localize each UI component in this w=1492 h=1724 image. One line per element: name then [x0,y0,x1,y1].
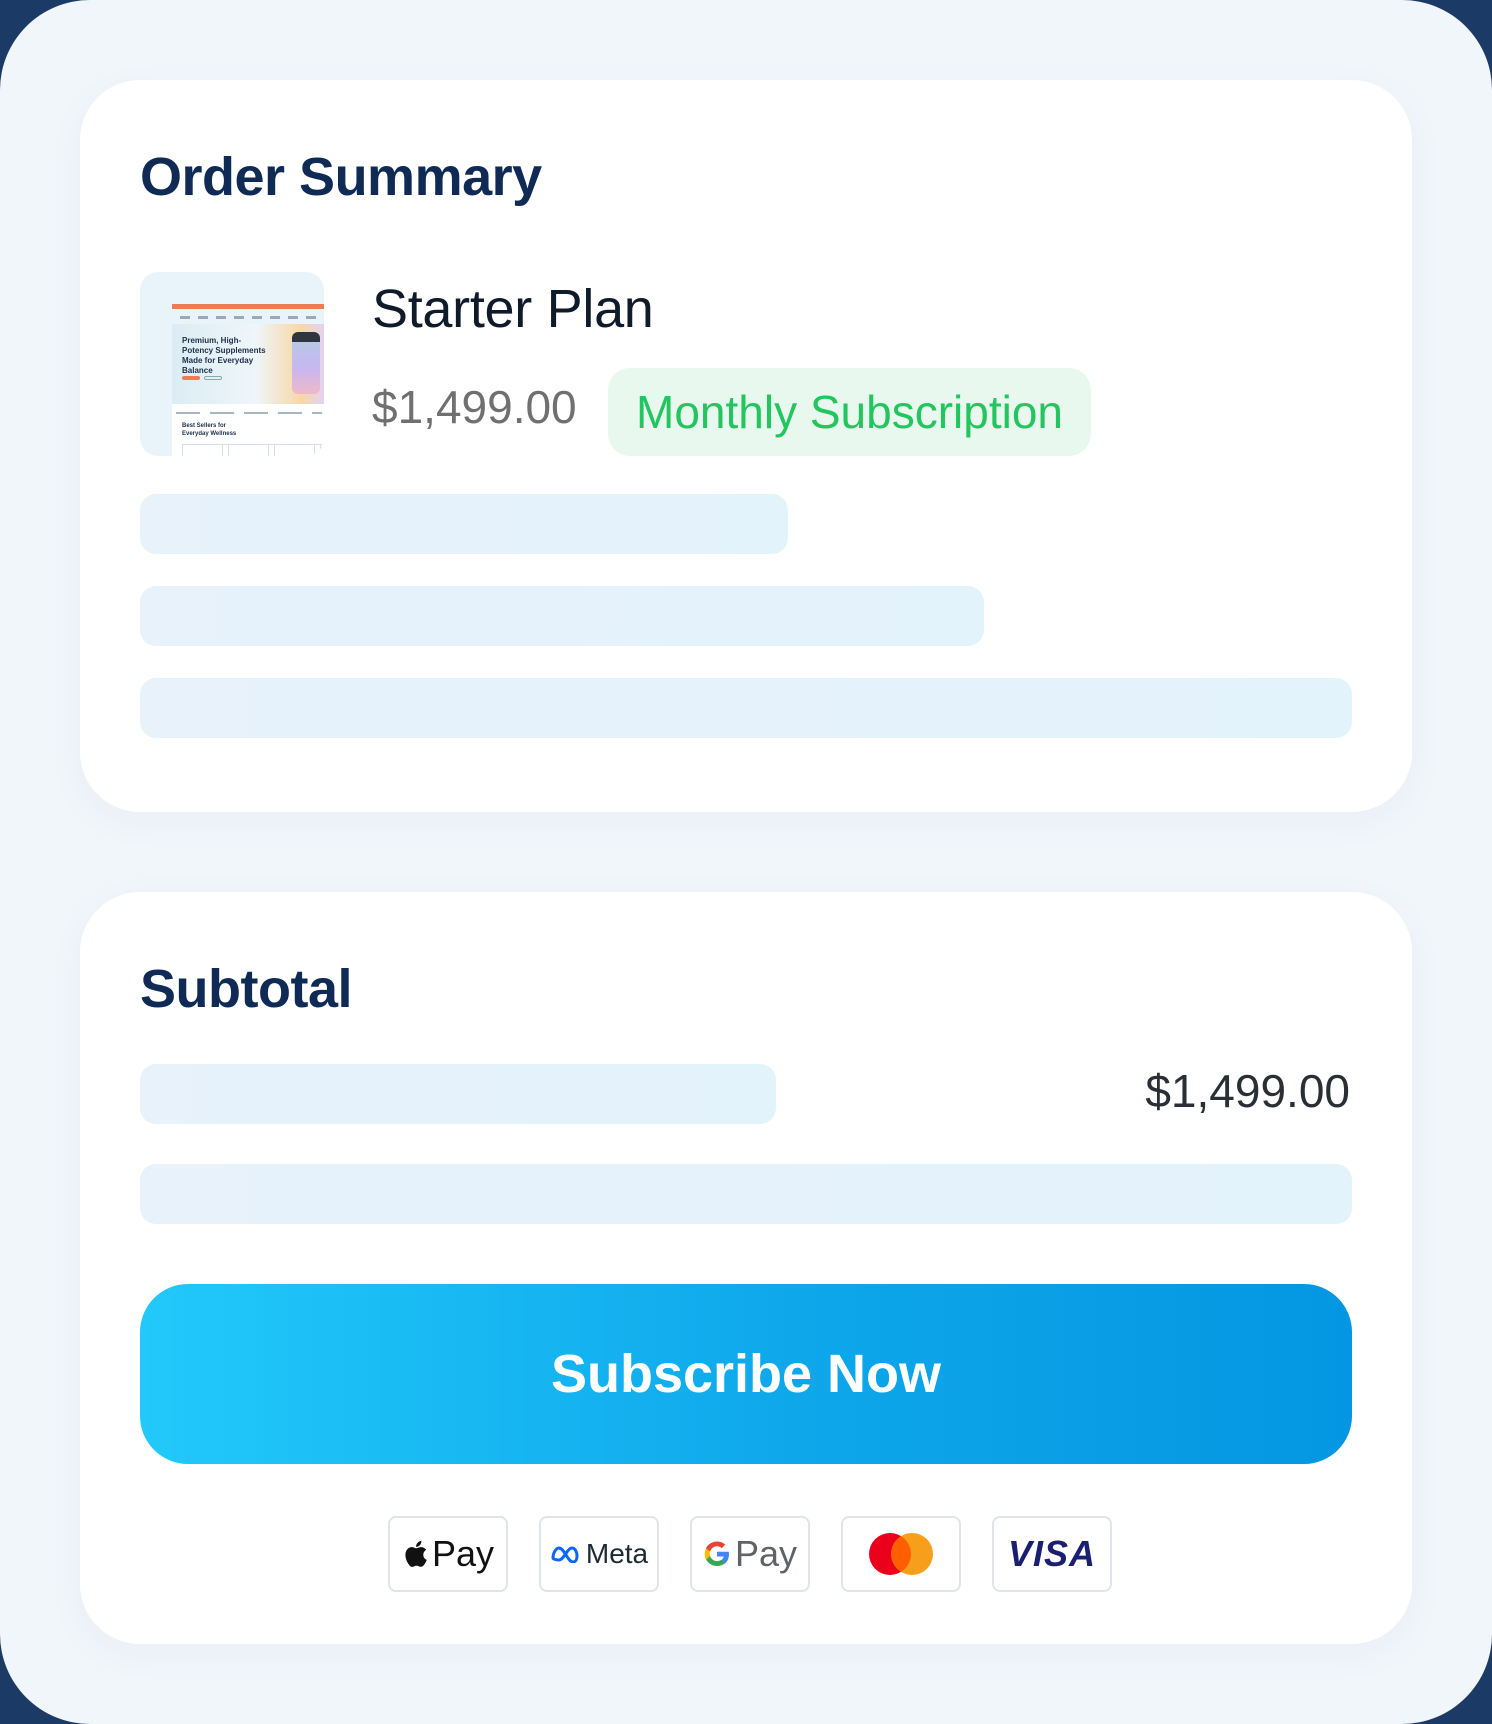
google-pay-option[interactable]: Pay [690,1516,810,1592]
thumbnail-site-bar [172,304,324,309]
billing-badge-label: Monthly Subscription [636,386,1063,438]
skeleton-line [140,678,1352,738]
order-summary-card: Order Summary Premium, High-Potency Supp… [80,80,1412,812]
thumbnail-primary-button [182,376,200,380]
mastercard-option[interactable] [841,1516,961,1592]
order-summary-title: Order Summary [140,147,542,207]
visa-icon: VISA [1007,1533,1097,1574]
visa-option[interactable]: VISA [992,1516,1112,1592]
apple-pay-label: Pay [431,1533,495,1574]
subtotal-title: Subtotal [140,959,352,1019]
meta-label: Meta [585,1538,649,1569]
product-price: $1,499.00 [372,381,577,433]
billing-badge: Monthly Subscription [608,368,1091,456]
skeleton-line [140,1164,1352,1224]
product-name: Starter Plan [372,279,654,339]
google-g-icon [704,1541,729,1566]
product-thumbnail: Premium, High-Potency Supplements Made f… [140,272,324,456]
subscribe-now-button[interactable]: Subscribe Now [140,1284,1352,1464]
thumbnail-headline: Premium, High-Potency Supplements Made f… [182,336,266,375]
skeleton-line [140,586,984,646]
apple-pay-option[interactable]: Pay [388,1516,508,1592]
skeleton-line [140,1064,776,1124]
thumbnail-product-cards [182,444,322,456]
skeleton-line [140,494,788,554]
checkout-frame: Order Summary Premium, High-Potency Supp… [0,0,1492,1724]
subscribe-now-label: Subscribe Now [550,1344,942,1404]
meta-pay-option[interactable]: Meta [539,1516,659,1592]
mastercard-icon [869,1533,933,1575]
thumbnail-feature-strip [176,412,322,414]
subtotal-amount: $1,499.00 [1145,1065,1350,1117]
thumbnail-section-title: Best Sellers for Everyday Wellness [182,423,237,437]
supplement-bottle-image [292,332,320,394]
meta-infinity-icon [551,1546,579,1563]
google-pay-label: Pay [734,1533,798,1574]
thumbnail-secondary-button [204,376,222,380]
apple-icon [405,1540,427,1567]
subtotal-card: Subtotal $1,499.00 Subscribe Now Pay Met… [80,892,1412,1644]
thumbnail-site-nav [180,316,320,319]
payment-methods: Pay Meta Pay VISA [388,1516,1122,1592]
